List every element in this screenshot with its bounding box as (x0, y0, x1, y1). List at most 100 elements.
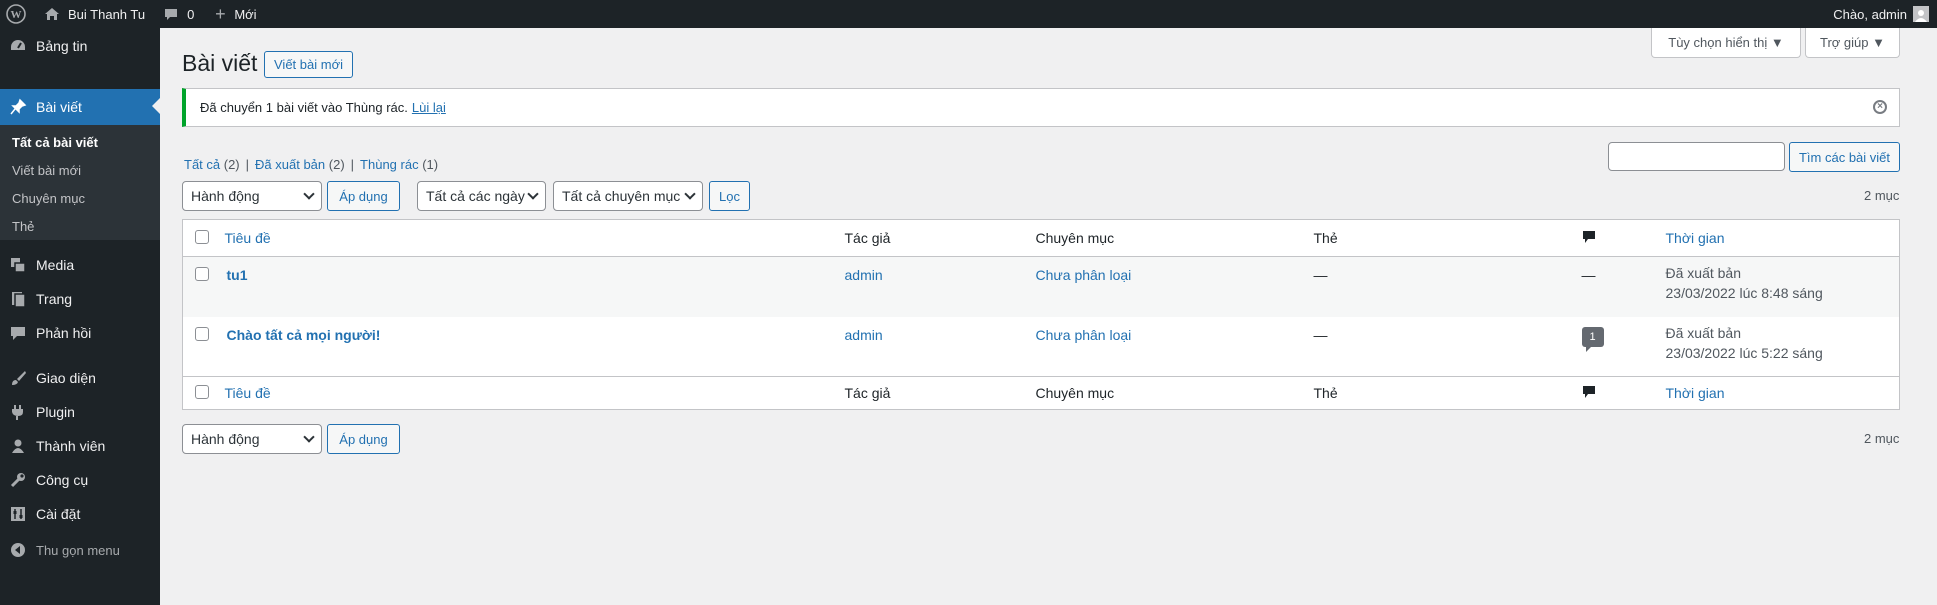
row-title-cell: Chào tất cả mọi người! (225, 317, 845, 377)
screen-options-tab[interactable]: Tùy chọn hiển thị ▼ (1651, 28, 1801, 58)
column-comments[interactable] (1581, 219, 1666, 257)
row-checkbox[interactable] (195, 267, 209, 281)
row-tags-cell: — (1313, 256, 1582, 317)
select-all-checkbox[interactable] (195, 229, 209, 244)
post-status: Đã xuất bản (1665, 324, 1742, 341)
row-date-cell: Đã xuất bản 23/03/2022 lúc 8:48 sáng (1665, 256, 1900, 317)
undo-link[interactable]: Lùi lại (412, 100, 446, 115)
account-menu[interactable]: Chào, admin (1833, 6, 1937, 22)
post-title-link[interactable]: Chào tất cả mọi người! (227, 327, 381, 343)
chevron-down-icon (684, 188, 696, 200)
submenu-add-new[interactable]: Viết bài mới (12, 163, 81, 178)
filter-button[interactable]: Lọc (709, 181, 750, 211)
sidebar-item-label: Media (36, 257, 75, 273)
column-title[interactable]: Tiêu đề (224, 376, 845, 410)
column-title-label[interactable]: Tiêu đề (225, 230, 271, 246)
search-posts-button[interactable]: Tìm các bài viết (1789, 142, 1900, 172)
sidebar-item-label: Thành viên (36, 438, 106, 454)
wrench-icon (0, 471, 36, 489)
collapse-menu-button[interactable]: Thu gọn menu (0, 533, 160, 567)
comment-icon (161, 4, 181, 24)
search-input[interactable] (1608, 142, 1785, 171)
comments-link[interactable]: 0 (153, 0, 202, 28)
row-checkbox[interactable] (195, 326, 209, 341)
add-new-post-button[interactable]: Viết bài mới (264, 51, 353, 78)
posts-table: Tiêu đề Tác giả Chuyên mục Thẻ Thời gian… (182, 219, 1900, 410)
avatar (1913, 6, 1929, 22)
items-count-bottom: 2 mục (1864, 431, 1900, 446)
date-filter-select[interactable]: Tất cả các ngày (417, 181, 546, 211)
pages-icon (0, 290, 36, 308)
post-category-link[interactable]: Chưa phân loại (1036, 327, 1132, 343)
bulk-action-select-top[interactable]: Hành động (182, 181, 322, 211)
column-title-label[interactable]: Tiêu đề (225, 385, 271, 401)
table-header: Tiêu đề Tác giả Chuyên mục Thẻ Thời gian (182, 219, 1900, 257)
sidebar-item-media[interactable]: Media (0, 248, 160, 282)
filter-published-label: Đã xuất bản (255, 157, 326, 172)
filter-published-link[interactable]: Đã xuất bản (2) (255, 157, 345, 172)
post-author-link[interactable]: admin (845, 327, 883, 343)
site-name-link[interactable]: Bui Thanh Tu (34, 0, 153, 28)
admin-bar: W Bui Thanh Tu 0 + Mới Chào, admin (0, 0, 1937, 28)
select-all-checkbox[interactable] (195, 384, 209, 399)
sidebar-item-label: Phản hồi (36, 325, 92, 341)
site-name: Bui Thanh Tu (68, 6, 146, 22)
sidebar-item-settings[interactable]: Cài đặt (0, 497, 160, 531)
help-tab[interactable]: Trợ giúp ▼ (1805, 28, 1900, 58)
bulk-action-select-bottom[interactable]: Hành động (182, 424, 322, 454)
comments-icon (0, 324, 36, 342)
sidebar-item-comments[interactable]: Phản hồi (0, 316, 160, 350)
row-comments-cell: — (1581, 256, 1666, 317)
sidebar-item-posts[interactable]: Bài viết (0, 89, 160, 125)
apply-button-top[interactable]: Áp dụng (327, 181, 400, 211)
post-title-link[interactable]: tu1 (227, 267, 248, 283)
row-category-cell: Chưa phân loại (1035, 256, 1314, 317)
column-date-label[interactable]: Thời gian (1666, 230, 1725, 246)
row-date-cell: Đã xuất bản 23/03/2022 lúc 5:22 sáng (1666, 317, 1900, 377)
comments-count: 0 (187, 6, 195, 22)
select-all-cell (182, 219, 225, 257)
scrollbar[interactable] (1920, 28, 1937, 605)
sidebar-item-label: Giao diện (36, 370, 96, 386)
filter-all-label: Tất cả (184, 157, 221, 172)
column-tags: Thẻ (1313, 219, 1582, 257)
page-title: Bài viết (182, 50, 258, 76)
column-title[interactable]: Tiêu đề (224, 219, 845, 257)
filter-all-link[interactable]: Tất cả (2) (184, 157, 240, 172)
new-label: Mới (234, 6, 257, 22)
row-tags-cell: — (1313, 326, 1328, 343)
comment-count-bubble[interactable]: 1 (1581, 326, 1604, 352)
filter-trash-link[interactable]: Thùng rác (1) (360, 157, 438, 172)
sidebar-item-dashboard[interactable]: Bảng tin (0, 29, 160, 63)
sidebar-item-label: Bảng tin (36, 38, 88, 54)
column-categories: Chuyên mục (1035, 219, 1314, 257)
new-content-link[interactable]: + Mới (202, 0, 264, 28)
post-category-link[interactable]: Chưa phân loại (1036, 267, 1132, 283)
filter-all-count: (2) (223, 157, 240, 172)
dismiss-icon[interactable]: × (1873, 100, 1887, 114)
wordpress-logo-icon[interactable]: W (0, 0, 34, 28)
column-date-label[interactable]: Thời gian (1666, 385, 1725, 401)
submenu-tags[interactable]: Thẻ (12, 219, 34, 234)
admin-sidebar: Bảng tin Bài viết Tất cả bài viết Viết b… (0, 28, 160, 605)
sidebar-item-label: Plugin (36, 404, 75, 420)
chevron-down-icon (303, 431, 315, 443)
row-checkbox-cell (183, 317, 225, 377)
submenu-categories[interactable]: Chuyên mục (12, 191, 85, 206)
column-comments[interactable] (1581, 376, 1666, 410)
column-date[interactable]: Thời gian (1665, 376, 1900, 410)
apply-button-bottom[interactable]: Áp dụng (327, 424, 400, 454)
submenu-all-posts[interactable]: Tất cả bài viết (12, 135, 98, 150)
table-row: Chào tất cả mọi người! admin Chưa phân l… (183, 317, 1900, 377)
sidebar-item-users[interactable]: Thành viên (0, 429, 160, 463)
sidebar-item-appearance[interactable]: Giao diện (0, 361, 160, 395)
sidebar-item-pages[interactable]: Trang (0, 282, 160, 316)
sidebar-item-tools[interactable]: Công cụ (0, 463, 160, 497)
category-filter-select[interactable]: Tất cả chuyên mục (553, 181, 703, 211)
sidebar-item-plugins[interactable]: Plugin (0, 395, 160, 429)
date-filter-value: Tất cả các ngày (426, 188, 525, 204)
column-date[interactable]: Thời gian (1665, 219, 1900, 257)
sidebar-item-label: Cài đặt (36, 506, 81, 522)
table-body: tu1 admin Chưa phân loại — — Đã xuất bản… (182, 256, 1900, 377)
post-author-link[interactable]: admin (845, 267, 883, 283)
